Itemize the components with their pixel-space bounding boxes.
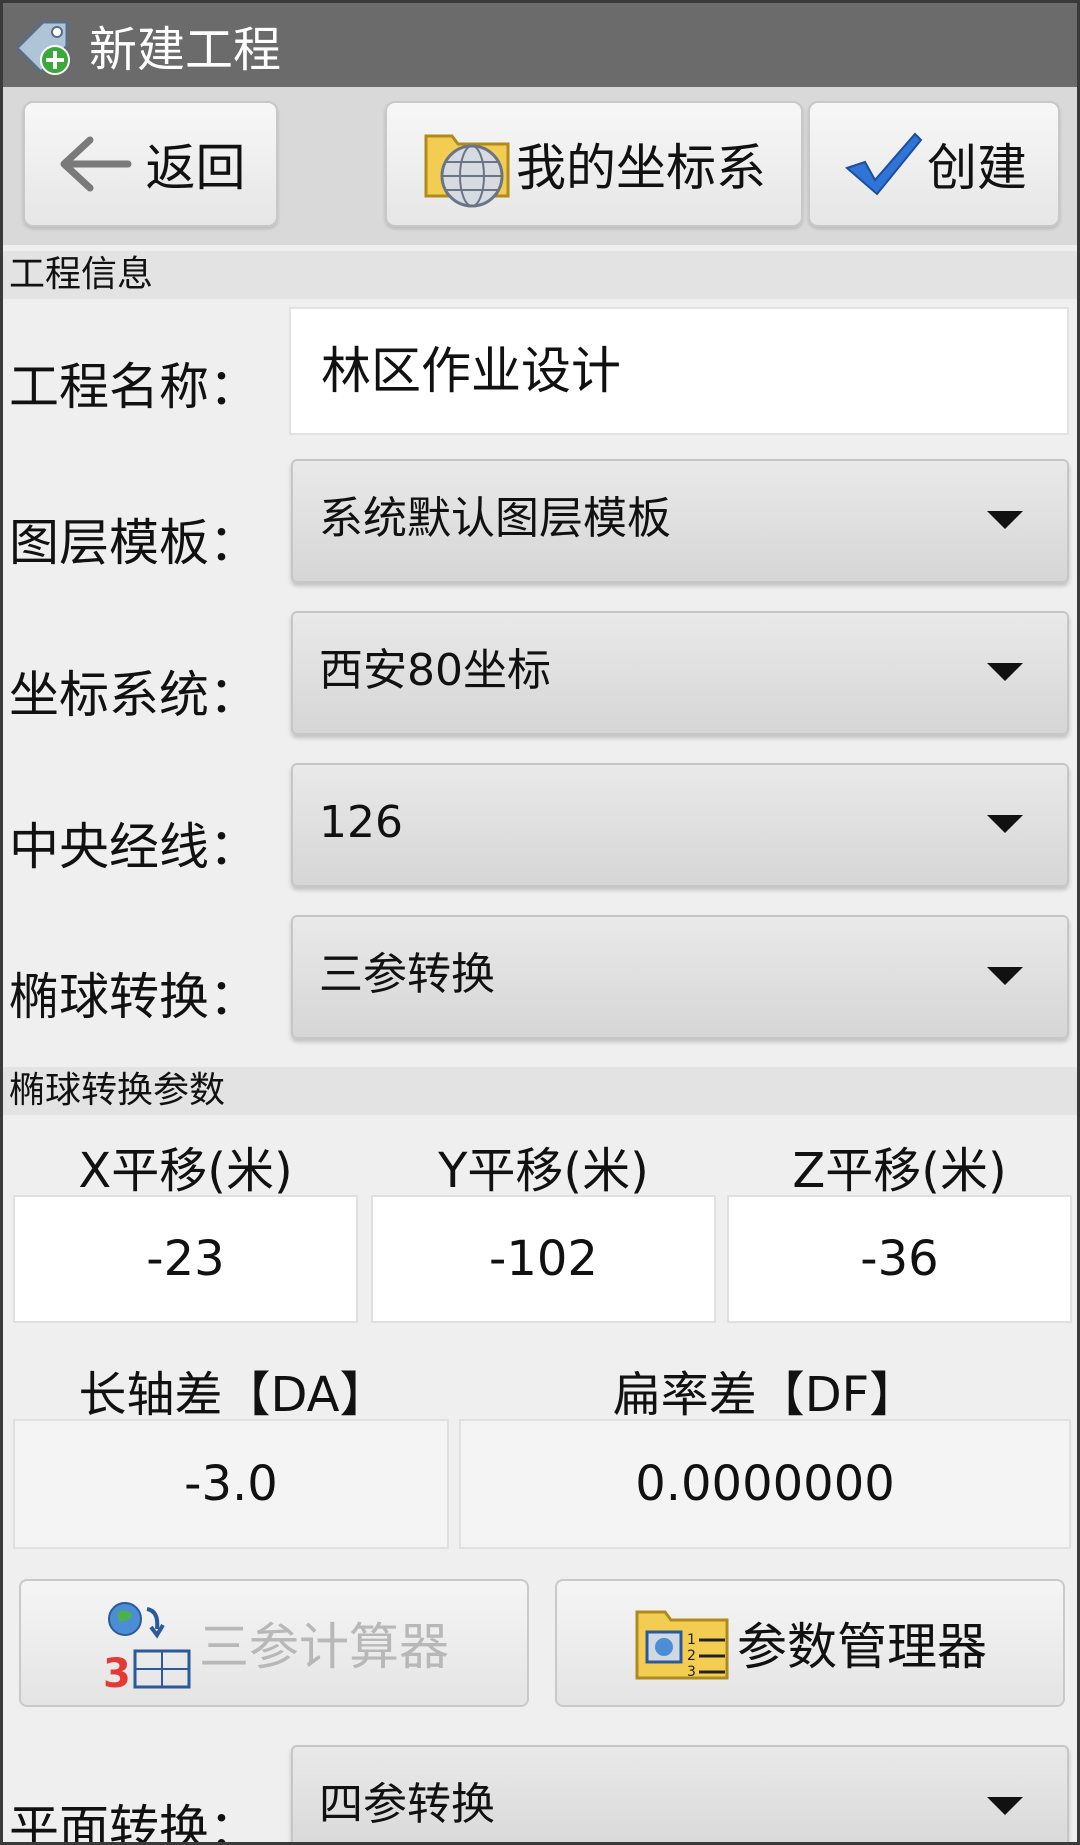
three-param-calculator-label: 三参计算器	[199, 1618, 449, 1676]
project-name-label: 工程名称：	[9, 358, 259, 416]
toolbar: 返回 我的坐标系 创建	[3, 87, 1077, 245]
param-manager-label: 参数管理器	[737, 1618, 987, 1676]
globe-folder-icon	[422, 118, 514, 210]
svg-text:3: 3	[687, 1664, 696, 1680]
tag-add-icon	[9, 10, 79, 80]
project-name-input[interactable]: 林区作业设计	[289, 307, 1069, 435]
central-meridian-select[interactable]: 126	[291, 763, 1069, 887]
z-shift-label: Z平移(米)	[792, 1143, 1007, 1199]
calculator-grid-icon: 3	[99, 1595, 195, 1697]
svg-text:2: 2	[687, 1648, 696, 1664]
dropdown-caret-icon	[987, 511, 1023, 529]
ellipsoid-transform-select[interactable]: 三参转换	[291, 915, 1069, 1039]
dropdown-caret-icon	[987, 1797, 1023, 1815]
da-label: 长轴差【DA】	[78, 1367, 388, 1423]
create-button-label: 创建	[927, 139, 1027, 197]
ellipsoid-transform-label: 椭球转换：	[9, 968, 259, 1026]
ellipsoid-params-header: 椭球转换参数	[3, 1067, 1077, 1115]
plane-transform-label: 平面转换：	[9, 1800, 259, 1845]
page-title: 新建工程	[89, 22, 282, 78]
project-info-header: 工程信息	[3, 251, 1077, 299]
app-window: 新建工程 返回 我的坐标系 创建 工程信息 工程名称： 林区作业设计 图层模板：…	[0, 0, 1080, 1845]
svg-text:1: 1	[687, 1632, 696, 1648]
ellipsoid-transform-value: 三参转换	[319, 949, 495, 1000]
arrow-left-icon	[56, 134, 136, 194]
param-manager-icon: 1 2 3	[633, 1598, 733, 1688]
back-button-label: 返回	[145, 139, 246, 197]
central-meridian-label: 中央经线：	[9, 818, 259, 876]
svg-text:3: 3	[103, 1651, 131, 1691]
x-shift-label: X平移(米)	[78, 1143, 293, 1199]
x-shift-input[interactable]: -23	[13, 1195, 358, 1323]
central-meridian-value: 126	[319, 797, 403, 848]
df-input[interactable]: 0.0000000	[459, 1419, 1071, 1549]
three-param-calculator-button[interactable]: 3 三参计算器	[19, 1579, 529, 1707]
layer-template-label: 图层模板：	[9, 514, 259, 572]
create-button[interactable]: 创建	[808, 101, 1060, 227]
my-coordinate-system-label: 我的坐标系	[516, 139, 766, 197]
plane-transform-select[interactable]: 四参转换	[291, 1745, 1069, 1842]
y-shift-input[interactable]: -102	[371, 1195, 716, 1323]
back-button[interactable]: 返回	[23, 101, 278, 227]
dropdown-caret-icon	[987, 967, 1023, 985]
layer-template-value: 系统默认图层模板	[319, 493, 671, 544]
layer-template-select[interactable]: 系统默认图层模板	[291, 459, 1069, 583]
plane-transform-value: 四参转换	[319, 1779, 495, 1830]
coordinate-system-value: 西安80坐标	[319, 645, 551, 696]
my-coordinate-system-button[interactable]: 我的坐标系	[385, 101, 803, 227]
checkmark-icon	[841, 128, 923, 200]
param-manager-button[interactable]: 1 2 3 参数管理器	[555, 1579, 1065, 1707]
coordinate-system-label: 坐标系统：	[9, 666, 259, 724]
dropdown-caret-icon	[987, 663, 1023, 681]
dropdown-caret-icon	[987, 815, 1023, 833]
da-input[interactable]: -3.0	[13, 1419, 449, 1549]
title-bar: 新建工程	[3, 3, 1077, 87]
y-shift-label: Y平移(米)	[438, 1143, 649, 1199]
df-label: 扁率差【DF】	[612, 1367, 918, 1423]
coordinate-system-select[interactable]: 西安80坐标	[291, 611, 1069, 735]
z-shift-input[interactable]: -36	[727, 1195, 1072, 1323]
